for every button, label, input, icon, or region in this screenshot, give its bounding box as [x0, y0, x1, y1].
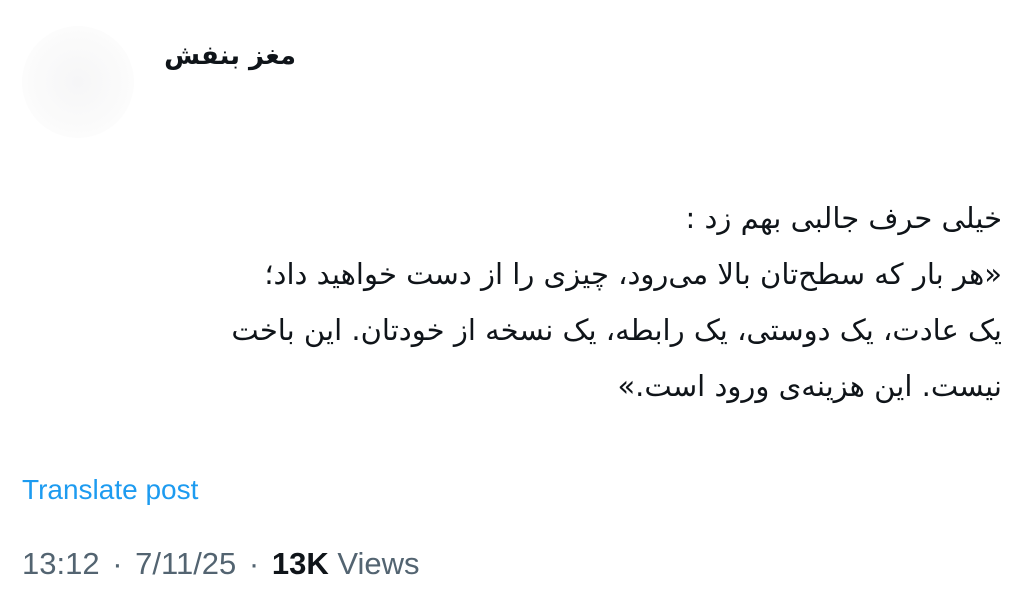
meta-separator: ·: [112, 546, 123, 581]
post-card: مغز بنفش خیلی حرف جالبی بهم زد : «هر بار…: [0, 0, 1024, 600]
post-text: خیلی حرف جالبی بهم زد : «هر بار که سطح‌ت…: [12, 190, 1002, 414]
views-count: 13K: [271, 546, 329, 581]
post-date[interactable]: 7/11/25: [135, 546, 236, 581]
post-text-line: خیلی حرف جالبی بهم زد :: [685, 201, 1002, 235]
post-text-line: نیست. این هزینه‌ی ورود است.»: [617, 369, 1002, 403]
post-meta: 13:12 · 7/11/25 · 13K Views: [22, 542, 420, 586]
views-label: Views: [337, 546, 420, 581]
post-text-line: «هر بار که سطح‌تان بالا می‌رود، چیزی را …: [264, 257, 1002, 291]
post-text-line: یک عادت، یک دوستی، یک رابطه، یک نسخه از …: [231, 313, 1002, 347]
author-display-name[interactable]: مغز بنفش: [148, 36, 296, 76]
translate-post-link[interactable]: Translate post: [22, 470, 198, 510]
avatar[interactable]: [22, 26, 134, 138]
post-time[interactable]: 13:12: [22, 546, 100, 581]
meta-separator: ·: [248, 546, 260, 581]
